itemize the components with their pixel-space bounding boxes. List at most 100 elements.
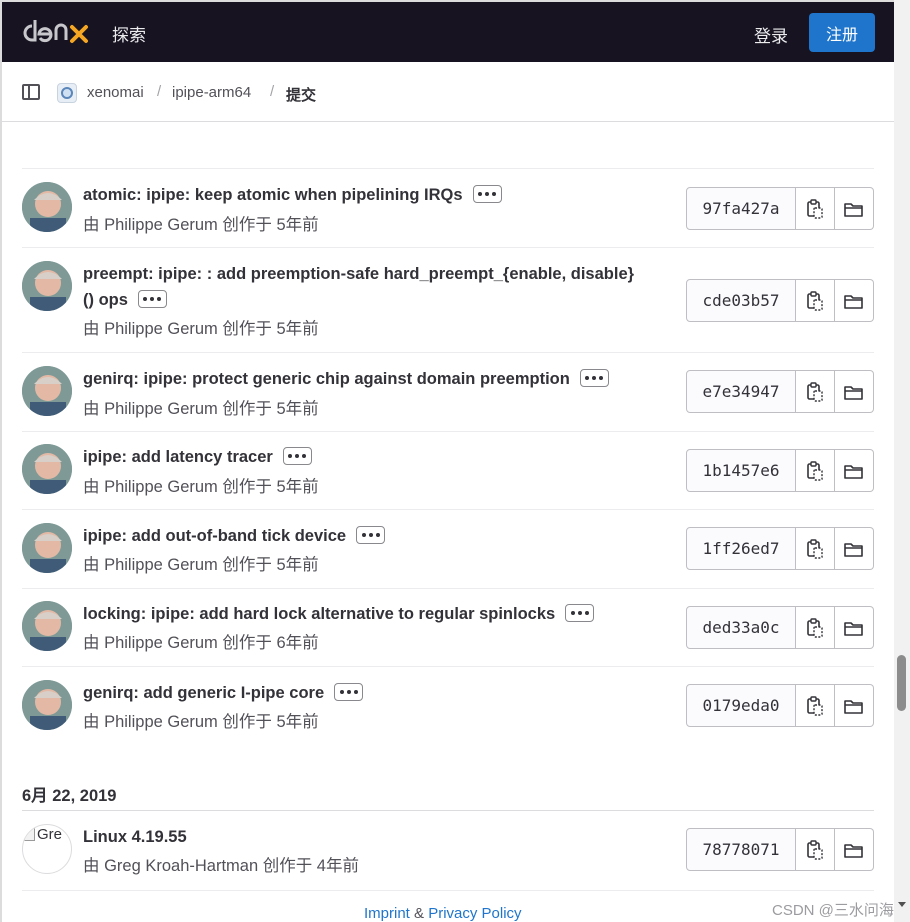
csdn-watermark: CSDN @三水问海 <box>772 902 894 919</box>
scroll-down-arrow-icon[interactable] <box>898 902 906 907</box>
breadcrumb-project[interactable]: ipipe-arm64 <box>172 84 251 101</box>
commit-title[interactable]: genirq: add generic I-pipe core <box>83 680 643 706</box>
commit-title[interactable]: preempt: ipipe: : add preemption-safe ha… <box>83 261 643 313</box>
commit-title[interactable]: atomic: ipipe: keep atomic when pipelini… <box>83 182 643 208</box>
breadcrumb: xenomai / ipipe-arm64 / 提交 <box>2 62 894 122</box>
folder-icon <box>844 542 863 557</box>
author-avatar[interactable] <box>22 601 72 651</box>
commit-author: 由 Philippe Gerum 创作于 5年前 <box>83 713 319 731</box>
breadcrumb-separator: / <box>270 83 275 100</box>
nav-login-link[interactable]: 登录 <box>754 22 788 47</box>
commit-title-text[interactable]: genirq: ipipe: protect generic chip agai… <box>83 370 570 388</box>
author-avatar[interactable] <box>22 366 72 416</box>
commit-sha[interactable]: e7e34947 <box>686 370 796 413</box>
footer-links: Imprint & Privacy Policy <box>364 905 522 922</box>
scrollbar-thumb[interactable] <box>897 655 906 711</box>
more-ellipsis-icon[interactable] <box>565 603 595 622</box>
commit-actions: 78778071 <box>686 828 874 871</box>
copy-sha-button[interactable] <box>796 828 835 871</box>
commit-actions: 97fa427a <box>686 187 874 230</box>
copy-sha-button[interactable] <box>796 606 835 649</box>
date-group-heading: 6月 22, 2019 <box>22 787 117 805</box>
commit-title-text[interactable]: atomic: ipipe: keep atomic when pipelini… <box>83 186 463 204</box>
browse-files-button[interactable] <box>835 527 874 570</box>
more-ellipsis-icon[interactable] <box>356 525 386 544</box>
commit-row: preempt: ipipe: : add preemption-safe ha… <box>22 248 874 353</box>
page-frame: 探索 登录 注册 xenomai / ipipe-arm64 / 提交 atom… <box>0 0 894 922</box>
page-scrollbar[interactable] <box>894 0 910 922</box>
clipboard-icon <box>807 538 823 559</box>
copy-sha-button[interactable] <box>796 684 835 727</box>
commit-title[interactable]: Linux 4.19.55 <box>83 824 643 850</box>
folder-icon <box>844 294 863 309</box>
clipboard-icon <box>807 460 823 481</box>
commit-title-text[interactable]: genirq: add generic I-pipe core <box>83 684 324 702</box>
author-avatar[interactable] <box>22 261 72 311</box>
more-ellipsis-icon[interactable] <box>472 184 502 203</box>
more-ellipsis-icon[interactable] <box>282 446 312 465</box>
copy-sha-button[interactable] <box>796 187 835 230</box>
folder-icon <box>844 385 863 400</box>
browse-files-button[interactable] <box>835 684 874 727</box>
commit-title-text[interactable]: ipipe: add latency tracer <box>83 448 273 466</box>
commit-sha[interactable]: cde03b57 <box>686 279 796 322</box>
sidebar-toggle-icon[interactable] <box>22 84 40 100</box>
more-ellipsis-icon[interactable] <box>579 368 609 387</box>
more-ellipsis-icon[interactable] <box>137 289 167 308</box>
commit-row: Gre Linux 4.19.55 由 Greg Kroah-Hartman 创… <box>22 811 874 891</box>
breadcrumb-current: 提交 <box>286 87 317 104</box>
commit-title[interactable]: ipipe: add latency tracer <box>83 444 643 470</box>
clipboard-icon <box>807 617 823 638</box>
author-avatar[interactable] <box>22 444 72 494</box>
commit-sha[interactable]: 1b1457e6 <box>686 449 796 492</box>
commit-title[interactable]: ipipe: add out-of-band tick device <box>83 523 643 549</box>
commit-title-text[interactable]: ipipe: add out-of-band tick device <box>83 527 346 545</box>
commit-author: 由 Philippe Gerum 创作于 5年前 <box>83 478 319 496</box>
author-avatar[interactable] <box>22 523 72 573</box>
browse-files-button[interactable] <box>835 606 874 649</box>
more-ellipsis-icon[interactable] <box>334 682 364 701</box>
commit-row: genirq: add generic I-pipe core 由 Philip… <box>22 667 874 747</box>
copy-sha-button[interactable] <box>796 370 835 413</box>
commit-title[interactable]: genirq: ipipe: protect generic chip agai… <box>83 366 643 392</box>
commit-sha[interactable]: 0179eda0 <box>686 684 796 727</box>
clipboard-icon <box>807 839 823 860</box>
commit-title[interactable]: locking: ipipe: add hard lock alternativ… <box>83 601 653 627</box>
denx-logo[interactable] <box>20 16 90 50</box>
imprint-link[interactable]: Imprint <box>364 905 410 922</box>
commit-author: 由 Greg Kroah-Hartman 创作于 4年前 <box>83 857 359 875</box>
copy-sha-button[interactable] <box>796 449 835 492</box>
browse-files-button[interactable] <box>835 828 874 871</box>
clipboard-icon <box>807 198 823 219</box>
browse-files-button[interactable] <box>835 279 874 322</box>
copy-sha-button[interactable] <box>796 527 835 570</box>
broken-image-icon <box>24 828 35 841</box>
commit-sha[interactable]: 1ff26ed7 <box>686 527 796 570</box>
commit-sha[interactable]: 78778071 <box>686 828 796 871</box>
folder-icon <box>844 621 863 636</box>
commit-actions: cde03b57 <box>686 279 874 322</box>
folder-icon <box>844 202 863 217</box>
commit-author: 由 Philippe Gerum 创作于 5年前 <box>83 556 319 574</box>
commit-title-text[interactable]: locking: ipipe: add hard lock alternativ… <box>83 605 555 623</box>
commit-row: ipipe: add out-of-band tick device 由 Phi… <box>22 510 874 589</box>
author-avatar[interactable] <box>22 680 72 730</box>
copy-sha-button[interactable] <box>796 279 835 322</box>
commit-sha[interactable]: 97fa427a <box>686 187 796 230</box>
author-avatar[interactable] <box>22 182 72 232</box>
commit-actions: 0179eda0 <box>686 684 874 727</box>
commit-actions: 1ff26ed7 <box>686 527 874 570</box>
breadcrumb-group[interactable]: xenomai <box>87 84 144 101</box>
commit-row: ipipe: add latency tracer 由 Philippe Ger… <box>22 432 874 510</box>
browse-files-button[interactable] <box>835 187 874 230</box>
browse-files-button[interactable] <box>835 449 874 492</box>
register-button[interactable]: 注册 <box>809 13 875 52</box>
top-navbar: 探索 登录 注册 <box>2 2 894 62</box>
browse-files-button[interactable] <box>835 370 874 413</box>
commit-title-text[interactable]: Linux 4.19.55 <box>83 828 187 846</box>
commit-sha[interactable]: ded33a0c <box>686 606 796 649</box>
nav-explore-link[interactable]: 探索 <box>112 21 146 46</box>
author-avatar[interactable]: Gre <box>22 824 72 874</box>
commit-author: 由 Philippe Gerum 创作于 5年前 <box>83 320 319 338</box>
privacy-policy-link[interactable]: Privacy Policy <box>428 905 521 922</box>
